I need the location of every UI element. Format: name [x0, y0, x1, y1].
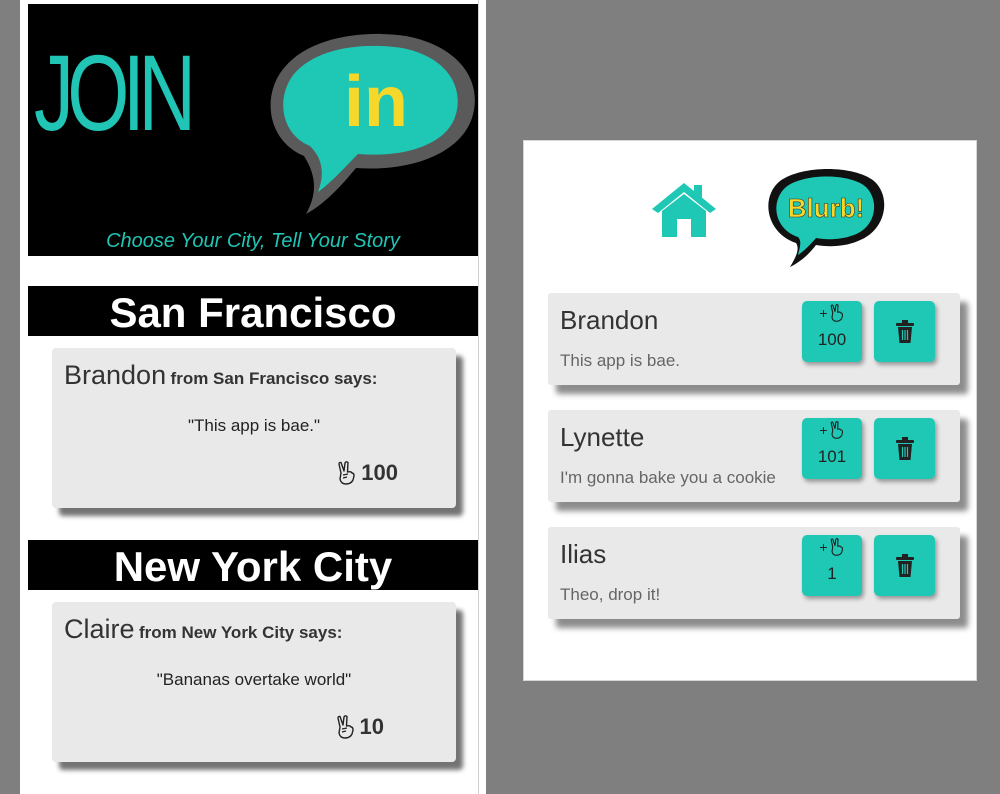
like-count: 100 — [361, 460, 398, 485]
trash-icon — [895, 319, 914, 343]
trash-icon — [895, 436, 914, 460]
story-from: from New York City says: — [138, 623, 343, 642]
joinin-banner: JOIN in Choose Your City, Tell Your Stor… — [28, 4, 478, 256]
like-button[interactable]: 100 — [335, 460, 398, 486]
story-header: Brandon from San Francisco says: — [64, 360, 377, 391]
peace-hand-icon — [336, 715, 354, 739]
peace-hand-icon — [338, 461, 355, 485]
post-card: Brandon This app is bae. + 100 — [548, 293, 960, 385]
like-label: + — [802, 538, 862, 556]
like-label: + — [802, 304, 862, 322]
speech-bubble-logo: in — [270, 33, 475, 214]
logo-join-text: JOIN — [34, 32, 196, 153]
tagline: Choose Your City, Tell Your Story — [106, 230, 400, 252]
peace-hand-icon — [830, 538, 843, 556]
post-text: I'm gonna bake you a cookie — [560, 468, 776, 487]
like-count: 101 — [817, 447, 847, 466]
like-count: 10 — [359, 714, 384, 739]
left-app-screen: JOIN in Choose Your City, Tell Your Stor… — [20, 0, 486, 794]
plus-sign: + — [819, 422, 828, 438]
post-author: Brandon — [560, 305, 659, 335]
city-header-new-york-city: New York City — [28, 540, 478, 590]
story-header: Claire from New York City says: — [64, 614, 342, 645]
story-quote: "Bananas overtake world" — [156, 670, 352, 689]
like-button[interactable]: + 101 — [802, 418, 862, 479]
post-author: Lynette — [560, 422, 645, 452]
story-author: Claire — [64, 614, 135, 644]
story-card: Claire from New York City says: "Bananas… — [52, 602, 456, 762]
like-button[interactable]: + 1 — [802, 535, 862, 596]
post-text: This app is bae. — [560, 351, 681, 370]
plus-sign: + — [819, 539, 828, 555]
like-button[interactable]: + 100 — [802, 301, 862, 362]
plus-sign: + — [819, 305, 828, 321]
post-text: Theo, drop it! — [560, 585, 661, 604]
peace-hand-icon — [830, 421, 843, 439]
right-app-screen: Blurb! Brandon This app is bae. + 100 Ly… — [523, 140, 977, 681]
post-card: Lynette I'm gonna bake you a cookie + 10… — [548, 410, 960, 502]
story-quote: "This app is bae." — [187, 416, 321, 435]
post-card: Ilias Theo, drop it! + 1 — [548, 527, 960, 619]
city-header-san-francisco: San Francisco — [28, 286, 478, 336]
blurb-label: Blurb! — [788, 193, 865, 223]
delete-button[interactable] — [874, 301, 935, 362]
like-count: 100 — [817, 330, 847, 349]
like-button[interactable]: 10 — [334, 714, 384, 740]
like-label: + — [802, 421, 862, 439]
delete-button[interactable] — [874, 535, 935, 596]
delete-button[interactable] — [874, 418, 935, 479]
story-author: Brandon — [64, 360, 167, 390]
peace-hand-icon — [830, 304, 843, 322]
story-card: Brandon from San Francisco says: "This a… — [52, 348, 456, 508]
logo-in-text: in — [344, 62, 408, 142]
left-app-content: JOIN in Choose Your City, Tell Your Stor… — [28, 0, 479, 794]
blurb-bubble-button[interactable]: Blurb! — [762, 167, 886, 267]
trash-icon — [895, 553, 914, 577]
post-author: Ilias — [560, 539, 607, 569]
story-from: from San Francisco says: — [170, 369, 378, 388]
like-count: 1 — [827, 564, 837, 583]
home-icon[interactable] — [650, 181, 718, 237]
